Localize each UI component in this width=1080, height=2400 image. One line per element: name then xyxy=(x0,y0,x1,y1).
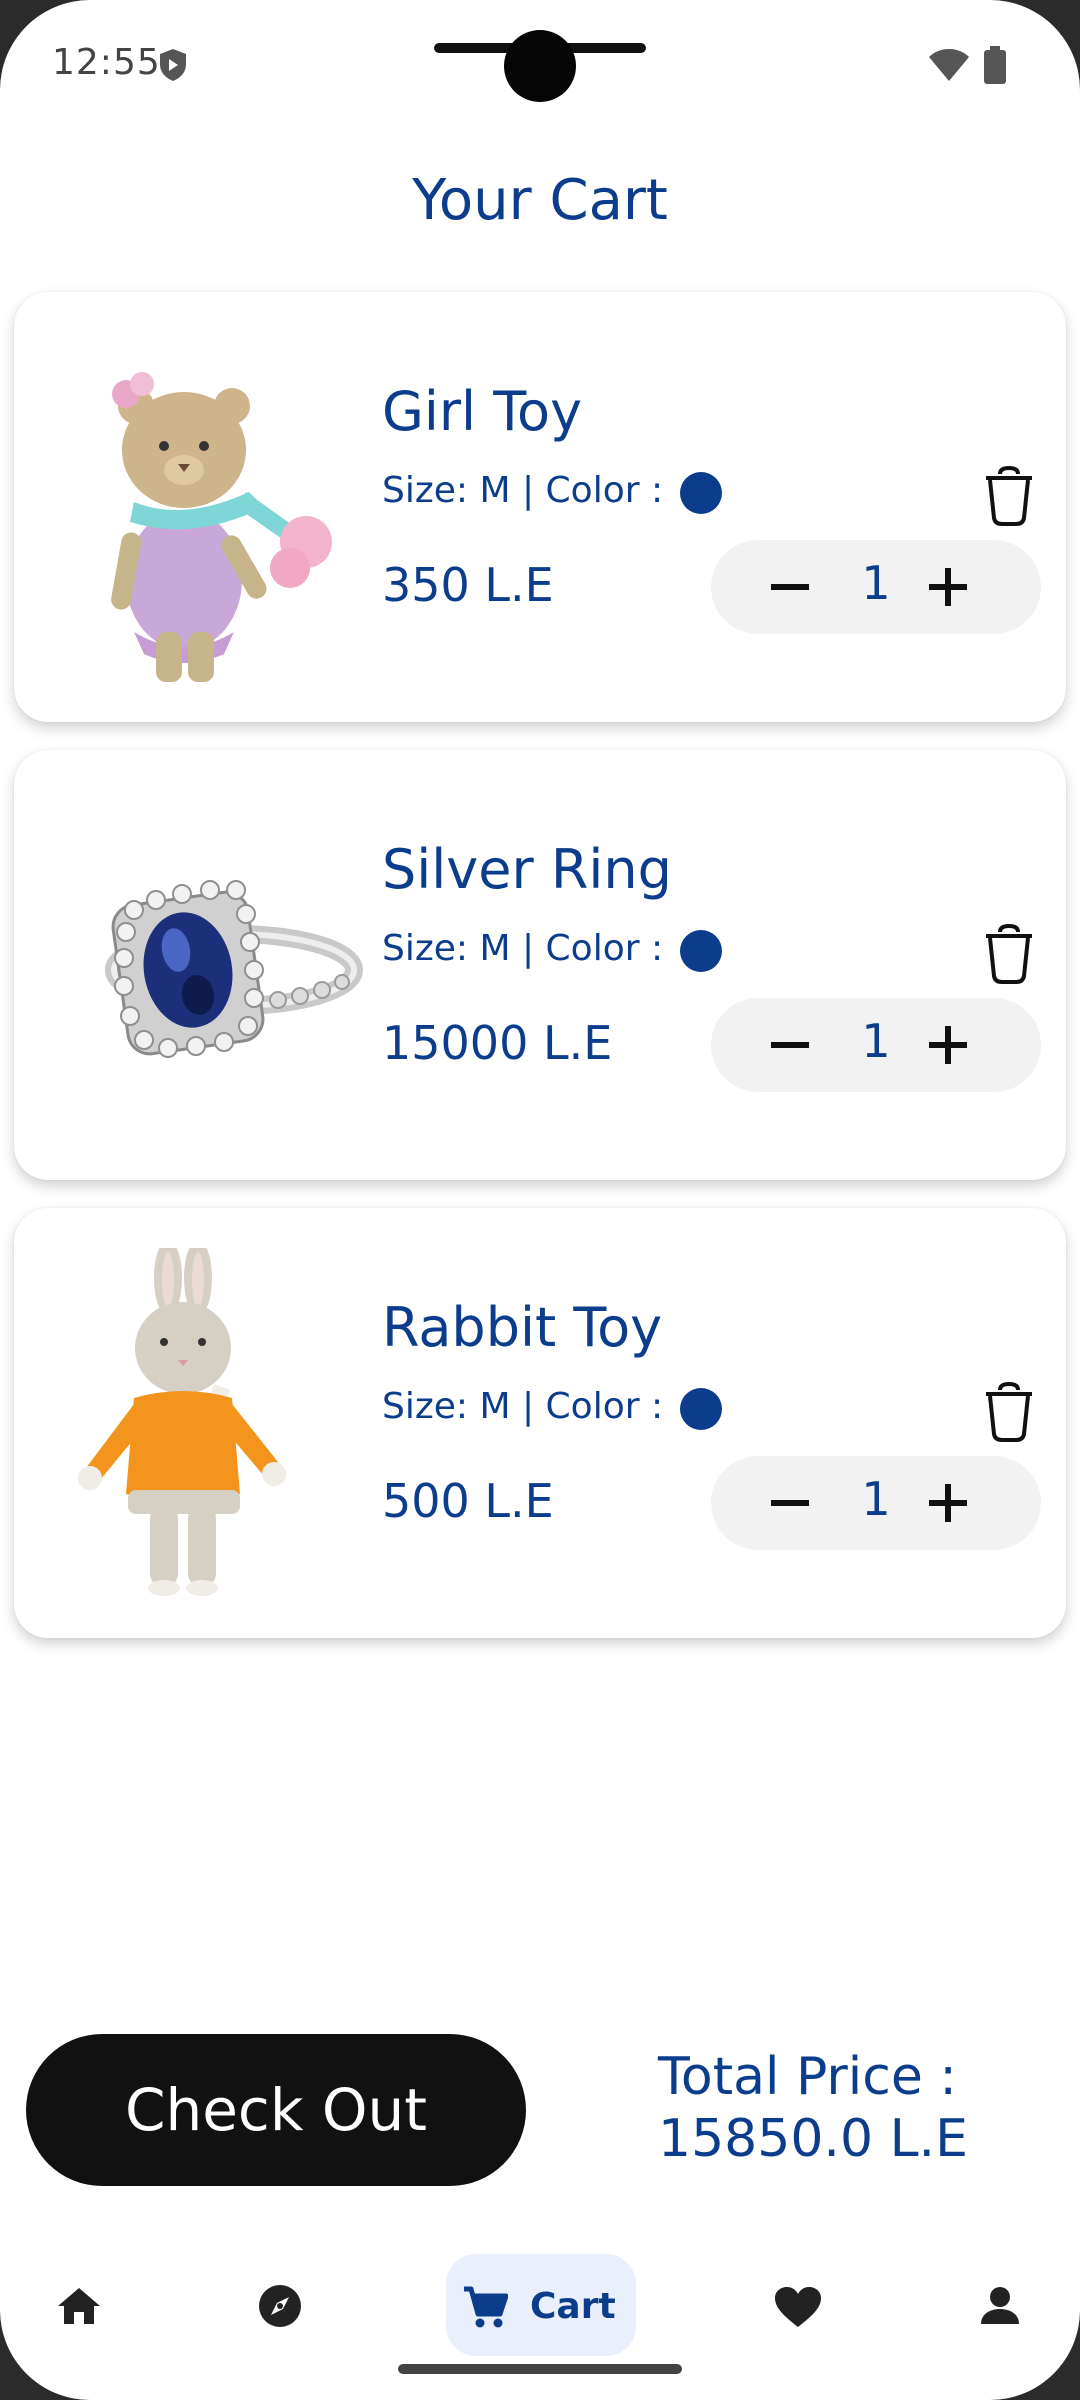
product-meta: Size: M | Color : xyxy=(382,1386,664,1427)
cart-icon xyxy=(464,2286,508,2328)
product-meta: Size: M | Color : xyxy=(382,928,664,969)
status-bar: 12:55 xyxy=(0,0,1080,130)
minus-icon xyxy=(771,1500,809,1506)
nav-favorites[interactable] xyxy=(748,2250,848,2360)
cart-list: Girl Toy Size: M | Color : 350 L.E 1 Sil… xyxy=(14,292,1066,1666)
heart-icon xyxy=(775,2287,821,2327)
home-icon xyxy=(58,2288,100,2324)
cart-item[interactable]: Rabbit Toy Size: M | Color : 500 L.E 1 xyxy=(14,1208,1066,1638)
shield-icon xyxy=(160,49,186,81)
color-swatch xyxy=(680,930,722,972)
battery-icon xyxy=(984,46,1006,84)
product-price: 15000 L.E xyxy=(382,1016,613,1070)
product-price: 350 L.E xyxy=(382,558,554,612)
trash-icon[interactable] xyxy=(982,466,1036,526)
plus-icon xyxy=(929,1026,967,1064)
page-title: Your Cart xyxy=(412,168,668,233)
plus-icon xyxy=(929,1484,967,1522)
plus-icon xyxy=(929,568,967,606)
quantity-stepper: 1 xyxy=(711,540,1041,634)
quantity-value: 1 xyxy=(861,1014,891,1068)
minus-icon xyxy=(771,1042,809,1048)
total-price-value: 15850.0 L.E xyxy=(658,2109,968,2169)
product-name: Girl Toy xyxy=(382,380,583,443)
product-name: Rabbit Toy xyxy=(382,1296,663,1359)
compass-icon xyxy=(259,2285,301,2327)
nav-cart-label: Cart xyxy=(530,2286,616,2327)
wifi-icon xyxy=(929,49,969,81)
product-image xyxy=(78,1248,286,1596)
person-icon xyxy=(981,2287,1019,2324)
nav-profile[interactable] xyxy=(952,2250,1052,2360)
trash-icon[interactable] xyxy=(982,924,1036,984)
quantity-value: 1 xyxy=(861,556,891,610)
total-price: Total Price : 15850.0 L.E xyxy=(658,2046,1038,2170)
status-time: 12:55 xyxy=(52,42,161,83)
color-swatch xyxy=(680,1388,722,1430)
product-name: Silver Ring xyxy=(382,838,672,901)
product-meta: Size: M | Color : xyxy=(382,470,664,511)
checkout-button[interactable]: Check Out xyxy=(26,2034,526,2186)
cart-screen: 12:55 Your Cart Girl Toy Size: M | Color… xyxy=(0,0,1080,2400)
product-image xyxy=(105,880,363,1058)
bottom-nav: Cart xyxy=(0,2250,1080,2360)
cart-item[interactable]: Girl Toy Size: M | Color : 350 L.E 1 xyxy=(14,292,1066,722)
quantity-value: 1 xyxy=(861,1472,891,1526)
cart-item[interactable]: Silver Ring Size: M | Color : 15000 L.E … xyxy=(14,750,1066,1180)
quantity-stepper: 1 xyxy=(711,1456,1041,1550)
minus-icon xyxy=(771,584,809,590)
trash-icon[interactable] xyxy=(982,1382,1036,1442)
camera-cutout xyxy=(504,30,576,102)
quantity-stepper: 1 xyxy=(711,998,1041,1092)
color-swatch xyxy=(680,472,722,514)
nav-cart[interactable]: Cart xyxy=(446,2254,636,2356)
home-indicator xyxy=(398,2364,682,2374)
nav-explore[interactable] xyxy=(230,2250,330,2360)
product-image xyxy=(111,372,332,682)
nav-home[interactable] xyxy=(30,2250,130,2360)
total-price-label: Total Price : xyxy=(658,2047,957,2107)
product-price: 500 L.E xyxy=(382,1474,554,1528)
